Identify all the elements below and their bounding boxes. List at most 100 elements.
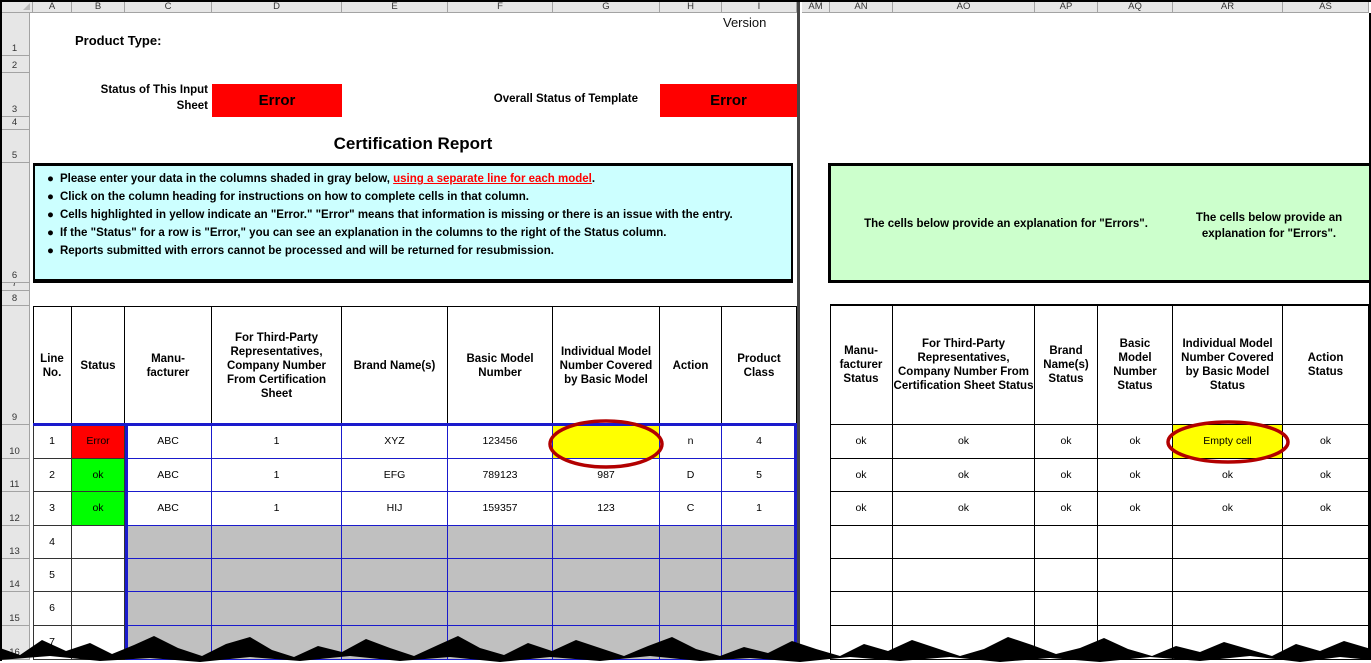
cell-AN13[interactable] (830, 526, 893, 559)
cell-H12[interactable]: C (660, 492, 722, 526)
cell-B11[interactable]: ok (72, 459, 125, 492)
overall-status-value[interactable]: Error (660, 84, 797, 117)
row-header-10[interactable]: 10 (0, 425, 30, 459)
row-header-4[interactable]: 4 (0, 117, 30, 130)
cell-AP14[interactable] (1035, 559, 1098, 592)
cell-D14[interactable] (212, 559, 342, 592)
cell-C14[interactable] (125, 559, 212, 592)
cell-F11[interactable]: 789123 (448, 459, 553, 492)
row-header-14[interactable]: 14 (0, 559, 30, 592)
cell-AR14[interactable] (1173, 559, 1283, 592)
cell-C15[interactable] (125, 592, 212, 626)
cell-AN11[interactable]: ok (830, 459, 893, 492)
cell-AO13[interactable] (893, 526, 1035, 559)
cell-F15[interactable] (448, 592, 553, 626)
cell-A13[interactable]: 4 (33, 526, 72, 559)
cell-AS13[interactable] (1283, 526, 1369, 559)
cell-AQ16[interactable] (1098, 626, 1173, 660)
cell-AN12[interactable]: ok (830, 492, 893, 526)
cell-AN14[interactable] (830, 559, 893, 592)
cell-AQ10[interactable]: ok (1098, 425, 1173, 459)
row-header-16[interactable]: 16 (0, 626, 30, 660)
cell-AO10[interactable]: ok (893, 425, 1035, 459)
row-header-1[interactable]: 1 (0, 13, 30, 56)
cell-AO16[interactable] (893, 626, 1035, 660)
cell-AS12[interactable]: ok (1283, 492, 1369, 526)
cell-G12[interactable]: 123 (553, 492, 660, 526)
cell-G14[interactable] (553, 559, 660, 592)
cell-I13[interactable] (722, 526, 797, 559)
cell-AR13[interactable] (1173, 526, 1283, 559)
cell-AQ11[interactable]: ok (1098, 459, 1173, 492)
cell-AP13[interactable] (1035, 526, 1098, 559)
cell-B10[interactable]: Error (72, 425, 125, 459)
cell-D15[interactable] (212, 592, 342, 626)
cell-H15[interactable] (660, 592, 722, 626)
cell-E10[interactable]: XYZ (342, 425, 448, 459)
cell-AS10[interactable]: ok (1283, 425, 1369, 459)
cell-G13[interactable] (553, 526, 660, 559)
cell-AR11[interactable]: ok (1173, 459, 1283, 492)
cell-F13[interactable] (448, 526, 553, 559)
cell-B13[interactable] (72, 526, 125, 559)
cell-C11[interactable]: ABC (125, 459, 212, 492)
cell-B12[interactable]: ok (72, 492, 125, 526)
cell-F16[interactable] (448, 626, 553, 660)
cell-A10[interactable]: 1 (33, 425, 72, 459)
cell-AO11[interactable]: ok (893, 459, 1035, 492)
cell-H16[interactable] (660, 626, 722, 660)
row-header-11[interactable]: 11 (0, 459, 30, 492)
cell-A16[interactable]: 7 (33, 626, 72, 660)
cell-A14[interactable]: 5 (33, 559, 72, 592)
cell-AS11[interactable]: ok (1283, 459, 1369, 492)
cell-AR16[interactable] (1173, 626, 1283, 660)
row-header-6[interactable]: 6 (0, 163, 30, 283)
cell-H13[interactable] (660, 526, 722, 559)
cell-H10[interactable]: n (660, 425, 722, 459)
row-header-9[interactable]: 9 (0, 306, 30, 425)
row-header-2[interactable]: 2 (0, 56, 30, 73)
row-header-15[interactable]: 15 (0, 592, 30, 626)
cell-D11[interactable]: 1 (212, 459, 342, 492)
cell-E15[interactable] (342, 592, 448, 626)
cell-B14[interactable] (72, 559, 125, 592)
cell-B16[interactable] (72, 626, 125, 660)
cell-AR15[interactable] (1173, 592, 1283, 626)
cell-AR12[interactable]: ok (1173, 492, 1283, 526)
cell-AQ12[interactable]: ok (1098, 492, 1173, 526)
cell-AN15[interactable] (830, 592, 893, 626)
row-header-12[interactable]: 12 (0, 492, 30, 526)
cell-E14[interactable] (342, 559, 448, 592)
cell-AP16[interactable] (1035, 626, 1098, 660)
cell-AN10[interactable]: ok (830, 425, 893, 459)
cell-F12[interactable]: 159357 (448, 492, 553, 526)
row-header-8[interactable]: 8 (0, 291, 30, 306)
pane-separator[interactable] (797, 0, 800, 660)
cell-AP10[interactable]: ok (1035, 425, 1098, 459)
cell-AP15[interactable] (1035, 592, 1098, 626)
cell-A15[interactable]: 6 (33, 592, 72, 626)
cell-G11[interactable]: 987 (553, 459, 660, 492)
cell-D10[interactable]: 1 (212, 425, 342, 459)
cell-AS16[interactable] (1283, 626, 1369, 660)
cell-I12[interactable]: 1 (722, 492, 797, 526)
cell-AQ15[interactable] (1098, 592, 1173, 626)
cell-H14[interactable] (660, 559, 722, 592)
cell-A11[interactable]: 2 (33, 459, 72, 492)
cell-F10[interactable]: 123456 (448, 425, 553, 459)
cell-AP12[interactable]: ok (1035, 492, 1098, 526)
cell-F14[interactable] (448, 559, 553, 592)
row-header-7[interactable]: 7 (0, 283, 30, 291)
cell-AQ14[interactable] (1098, 559, 1173, 592)
cell-D13[interactable] (212, 526, 342, 559)
cell-AO14[interactable] (893, 559, 1035, 592)
cell-AO15[interactable] (893, 592, 1035, 626)
cell-E12[interactable]: HIJ (342, 492, 448, 526)
cell-I10[interactable]: 4 (722, 425, 797, 459)
cell-C16[interactable] (125, 626, 212, 660)
row-header-5[interactable]: 5 (0, 130, 30, 163)
cell-H11[interactable]: D (660, 459, 722, 492)
cell-C12[interactable]: ABC (125, 492, 212, 526)
cell-C10[interactable]: ABC (125, 425, 212, 459)
cell-B15[interactable] (72, 592, 125, 626)
